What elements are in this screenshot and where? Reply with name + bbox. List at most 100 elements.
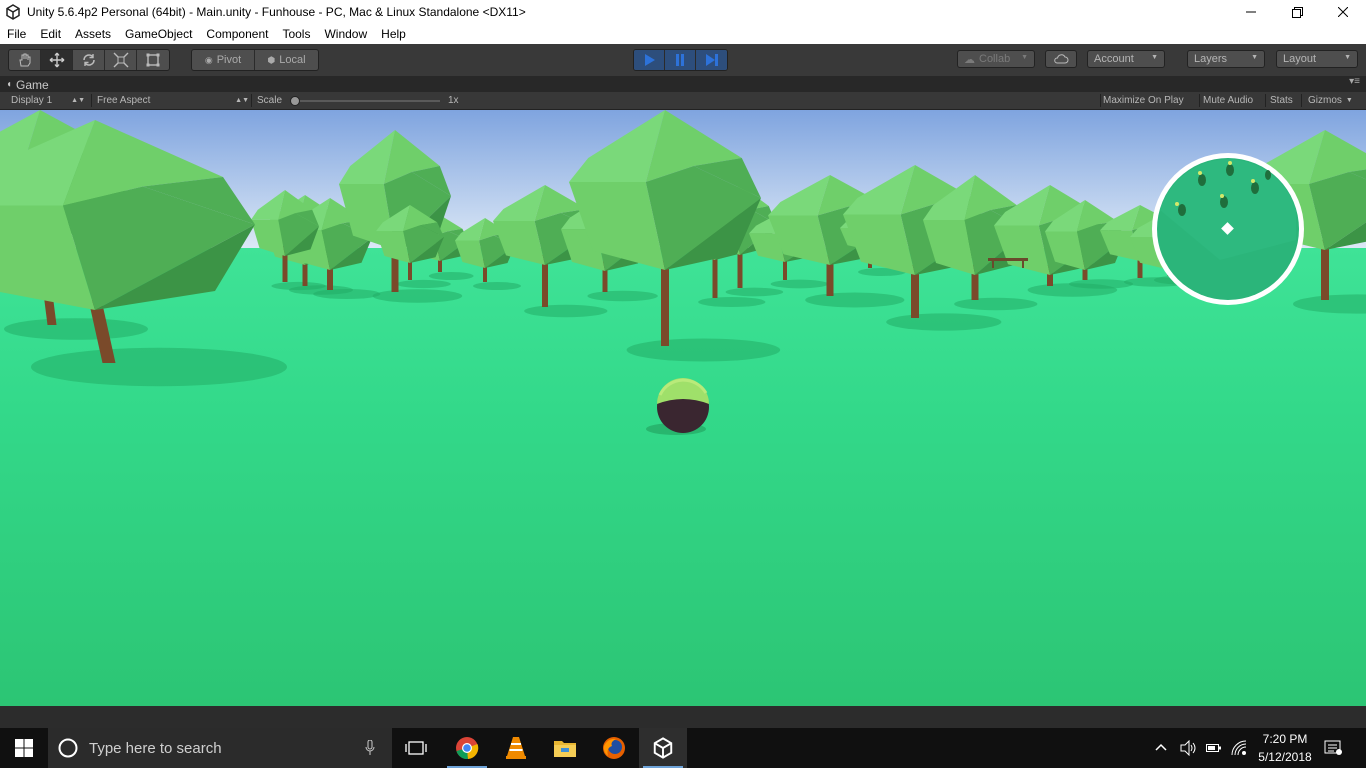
separator (1100, 94, 1101, 107)
menu-file[interactable]: File (0, 27, 33, 41)
menu-gameobject[interactable]: GameObject (118, 27, 199, 41)
display-arrow-icon: ▲▼ (71, 97, 85, 104)
tree-shadow (271, 281, 326, 291)
hand-tool-button[interactable] (9, 50, 41, 70)
aspect-dropdown[interactable]: Free Aspect ▲▼ (97, 92, 249, 109)
step-button[interactable] (696, 50, 727, 70)
menu-edit[interactable]: Edit (33, 27, 68, 41)
layout-label: Layout (1283, 53, 1317, 65)
pause-button[interactable] (665, 50, 696, 70)
vlc-button[interactable] (492, 728, 540, 768)
cloud-services-button[interactable] (1045, 50, 1077, 68)
move-arrows-icon (49, 52, 64, 68)
rect-tool-button[interactable] (137, 50, 169, 70)
rotate-tool-button[interactable] (73, 50, 105, 70)
pivot-toggle[interactable]: ◉ Pivot (192, 50, 255, 70)
cloud-icon (1054, 54, 1069, 64)
game-tab[interactable]: ◖ Game (6, 77, 49, 92)
start-button[interactable] (0, 728, 48, 768)
unity-button[interactable] (639, 728, 687, 768)
windows-taskbar: Type here to search 7:20 PM 5/12/2018 (0, 728, 1366, 768)
pivot-local-group: ◉ Pivot ⬢ Local (191, 49, 319, 71)
pivot-label: Pivot (216, 54, 242, 66)
microphone-icon[interactable] (365, 740, 375, 756)
tree-shadow (428, 272, 474, 280)
menu-tools[interactable]: Tools (275, 27, 317, 41)
close-button[interactable] (1320, 0, 1366, 24)
action-center-icon[interactable] (1324, 740, 1342, 761)
firefox-button[interactable] (590, 728, 638, 768)
task-view-button[interactable] (392, 728, 440, 768)
cortana-circle-icon (58, 738, 78, 758)
menu-window[interactable]: Window (317, 27, 374, 41)
play-icon (645, 54, 655, 66)
layout-dropdown[interactable]: Layout ▼ (1276, 50, 1358, 68)
chrome-button[interactable] (443, 728, 491, 768)
collab-cloud-icon: ☁ (964, 53, 975, 66)
game-scene (0, 110, 1366, 706)
scale-tool-button[interactable] (105, 50, 137, 70)
tab-menu-icon[interactable]: ▾≡ (1349, 76, 1360, 87)
layout-arrow-icon: ▼ (1344, 54, 1351, 61)
taskbar-search[interactable]: Type here to search (48, 728, 392, 768)
close-icon (1338, 7, 1348, 17)
local-cube-icon: ⬢ (267, 54, 276, 65)
menu-help[interactable]: Help (374, 27, 413, 41)
collab-label: Collab (979, 53, 1011, 65)
display-label: Display 1 (11, 95, 53, 106)
layers-label: Layers (1194, 53, 1228, 65)
menu-component[interactable]: Component (199, 27, 275, 41)
battery-icon[interactable] (1206, 741, 1222, 760)
tree-shadow (524, 304, 608, 318)
file-explorer-button[interactable] (541, 728, 589, 768)
minimap (1152, 153, 1304, 305)
wifi-icon[interactable] (1230, 739, 1248, 762)
stats-toggle[interactable]: Stats (1270, 92, 1293, 109)
vlc-icon (506, 737, 526, 759)
tree-shadow (805, 292, 905, 308)
display-dropdown[interactable]: Display 1 ▲▼ (11, 92, 85, 109)
account-label: Account (1094, 53, 1134, 65)
scale-slider-track[interactable] (294, 100, 440, 102)
scale-slider-handle[interactable] (290, 96, 300, 106)
collab-dropdown[interactable]: ☁ Collab ▼ (957, 50, 1035, 68)
play-button[interactable] (634, 50, 665, 70)
pivot-icon: ◉ (204, 54, 213, 65)
game-tab-bar: ◖ Game ▾≡ (0, 76, 1366, 92)
layers-dropdown[interactable]: Layers ▼ (1187, 50, 1265, 68)
scale-label: Scale (257, 95, 283, 106)
tree-shadow (1069, 279, 1133, 289)
tree-shadow (886, 313, 1002, 331)
mute-audio-toggle[interactable]: Mute Audio (1203, 92, 1253, 109)
firefox-icon (603, 737, 625, 759)
tree-shadow (725, 287, 784, 297)
restore-button[interactable] (1274, 0, 1320, 24)
rect-transform-icon (146, 53, 160, 67)
layers-arrow-icon: ▼ (1251, 54, 1258, 61)
gizmos-label: Gizmos (1308, 95, 1342, 106)
tree-shadow (954, 297, 1038, 311)
tree-shadow (473, 282, 521, 290)
windows-logo-icon (15, 739, 33, 757)
gizmos-dropdown[interactable]: Gizmos ▼ (1308, 92, 1353, 109)
tree-shadow (626, 338, 781, 362)
move-tool-button[interactable] (41, 50, 73, 70)
title-bar: Unity 5.6.4p2 Personal (64bit) - Main.un… (0, 0, 1366, 24)
scale-value: 1x (448, 95, 459, 106)
volume-icon[interactable] (1180, 739, 1198, 761)
game-viewport[interactable] (0, 110, 1366, 706)
minimize-icon (1246, 11, 1256, 13)
minimize-button[interactable] (1228, 0, 1274, 24)
game-view-toolbar: Display 1 ▲▼ Free Aspect ▲▼ Scale 1x Max… (0, 92, 1366, 110)
account-dropdown[interactable]: Account ▼ (1087, 50, 1165, 68)
menu-assets[interactable]: Assets (68, 27, 118, 41)
tree-shadow (31, 347, 287, 387)
system-clock[interactable]: 7:20 PM 5/12/2018 (1250, 730, 1320, 766)
maximize-on-play-toggle[interactable]: Maximize On Play (1103, 92, 1184, 109)
ground (0, 248, 1366, 706)
status-strip (0, 706, 1366, 728)
game-tab-label: Game (16, 77, 49, 92)
search-placeholder: Type here to search (89, 739, 222, 757)
local-toggle[interactable]: ⬢ Local (255, 50, 318, 70)
tray-overflow-icon[interactable] (1154, 740, 1168, 759)
